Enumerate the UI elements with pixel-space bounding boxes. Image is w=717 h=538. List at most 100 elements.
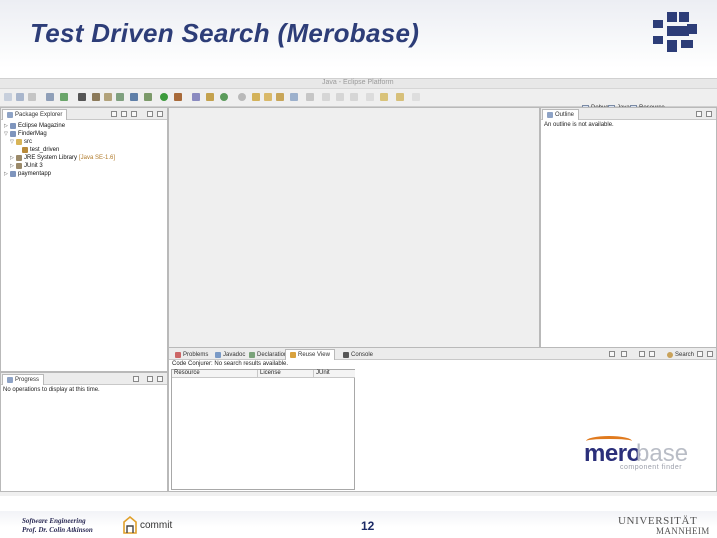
tree-item[interactable]: ▷ JRE System Library [Java SE-1.6] xyxy=(10,154,115,162)
problems-icon xyxy=(175,351,181,358)
minimize-icon[interactable] xyxy=(147,111,153,117)
tree-item[interactable]: ▷ JUnit 3 xyxy=(10,162,43,170)
play-icon[interactable] xyxy=(160,93,168,101)
tab-package-explorer[interactable]: Package Explorer xyxy=(2,109,68,120)
build-icon[interactable] xyxy=(46,93,54,101)
minimize-icon[interactable] xyxy=(696,111,702,117)
project-icon xyxy=(10,123,16,129)
expanded-arrow-icon[interactable]: ▽ xyxy=(10,139,14,145)
reuse-view-status: Code Conjurer: No search results availab… xyxy=(172,361,289,367)
package-explorer-icon xyxy=(7,112,13,118)
terminal-icon[interactable] xyxy=(78,93,86,101)
tool-icon[interactable] xyxy=(130,93,138,101)
view-menu-icon[interactable] xyxy=(131,111,137,117)
run-icon[interactable] xyxy=(60,93,68,101)
tree-item-label: FinderMag xyxy=(18,131,47,137)
console-icon xyxy=(343,351,349,358)
tab-console[interactable]: Console xyxy=(339,349,377,360)
library-icon xyxy=(16,163,22,169)
debug-run-icon[interactable] xyxy=(144,93,152,101)
maximize-icon[interactable] xyxy=(706,111,712,117)
new-icon[interactable] xyxy=(4,93,12,101)
declaration-icon xyxy=(249,351,255,358)
tool-icon[interactable] xyxy=(104,93,112,101)
tool-icon[interactable] xyxy=(639,351,645,357)
next-annotation-icon[interactable] xyxy=(306,93,314,101)
new-java-project-icon[interactable] xyxy=(192,93,200,101)
tool-icon[interactable] xyxy=(290,93,298,101)
tool-icon[interactable] xyxy=(366,93,374,101)
prev-annotation-icon[interactable] xyxy=(322,93,330,101)
project-icon xyxy=(10,131,16,137)
tab-reuse-view[interactable]: Reuse View xyxy=(285,349,335,360)
column-header-license[interactable]: License xyxy=(258,370,314,378)
tool-icon[interactable] xyxy=(649,351,655,357)
tool-icon[interactable] xyxy=(336,93,344,101)
outline-panel: Outline An outline is not available. xyxy=(540,107,717,372)
window-title: Java - Eclipse Platform xyxy=(322,79,394,86)
debug-icon[interactable] xyxy=(92,93,100,101)
tool-icon[interactable] xyxy=(621,351,627,357)
expanded-arrow-icon[interactable]: ▽ xyxy=(4,131,8,137)
collapsed-arrow-icon[interactable]: ▷ xyxy=(4,123,8,129)
tree-item-label: JUnit 3 xyxy=(24,163,43,169)
outline-icon xyxy=(547,112,553,118)
new-class-icon[interactable] xyxy=(220,93,228,101)
open-icon[interactable] xyxy=(276,93,284,101)
editor-area xyxy=(168,107,540,372)
new-package-icon[interactable] xyxy=(206,93,214,101)
tool-icon[interactable] xyxy=(412,93,420,101)
tab-outline[interactable]: Outline xyxy=(542,109,580,120)
back-icon[interactable] xyxy=(380,93,388,101)
collapsed-arrow-icon[interactable]: ▷ xyxy=(10,155,14,161)
tree-item[interactable]: test_driven xyxy=(16,146,59,154)
minimize-icon[interactable] xyxy=(147,376,153,382)
column-header-resource[interactable]: Resource xyxy=(172,370,258,378)
tree-item-label: src xyxy=(24,139,32,145)
maximize-icon[interactable] xyxy=(157,376,163,382)
progress-message: No operations to display at this time. xyxy=(3,387,100,393)
minimize-icon[interactable] xyxy=(697,351,703,357)
university-city: MANNHEIM xyxy=(656,526,710,536)
perspective-bar: Debug Java Resource xyxy=(560,89,717,112)
tab-javadoc[interactable]: Javadoc xyxy=(211,349,249,360)
commit-logo-text: commit xyxy=(140,520,173,531)
collapsed-arrow-icon[interactable]: ▷ xyxy=(4,171,8,177)
university-logo-icon xyxy=(653,12,697,52)
tree-item[interactable]: ▷ paymentapp xyxy=(4,170,51,178)
tree-item[interactable]: ▷ Eclipse Magazine xyxy=(4,122,65,130)
commit-logo-icon xyxy=(123,516,137,534)
package-explorer-panel: Package Explorer ▷ Eclipse Magazine ▽ Finde… xyxy=(0,107,168,372)
folder-icon xyxy=(16,139,22,145)
tab-progress[interactable]: Progress xyxy=(2,374,45,385)
tool-icon[interactable] xyxy=(609,351,615,357)
print-icon[interactable] xyxy=(28,93,36,101)
collapsed-arrow-icon[interactable]: ▷ xyxy=(10,163,14,169)
column-header-junit[interactable]: JUnit xyxy=(314,370,355,378)
open-icon[interactable] xyxy=(264,93,272,101)
link-editor-icon[interactable] xyxy=(121,111,127,117)
save-icon[interactable] xyxy=(16,93,24,101)
forward-icon[interactable] xyxy=(396,93,404,101)
external-tools-icon[interactable] xyxy=(174,93,182,101)
open-type-icon[interactable] xyxy=(252,93,260,101)
reuse-search-button[interactable]: Search xyxy=(663,349,698,360)
maximize-icon[interactable] xyxy=(707,351,713,357)
tool-icon[interactable] xyxy=(116,93,124,101)
tool-icon[interactable] xyxy=(350,93,358,101)
footer-course: Software Engineering xyxy=(22,517,86,525)
maximize-icon[interactable] xyxy=(157,111,163,117)
package-explorer-header: Package Explorer xyxy=(1,108,167,120)
reuse-results-table[interactable]: Resource License JUnit xyxy=(171,369,355,490)
eclipse-window: Java - Eclipse Platform D xyxy=(0,78,717,496)
slide-header: Test Driven Search (Merobase) xyxy=(0,0,717,68)
package-icon xyxy=(22,147,28,153)
tab-problems[interactable]: Problems xyxy=(171,349,212,360)
tree-item-label: JRE System Library xyxy=(24,155,78,161)
tree-item[interactable]: ▽ src xyxy=(10,138,32,146)
remove-all-icon[interactable] xyxy=(133,376,139,382)
tree-item[interactable]: ▽ FinderMag xyxy=(4,130,47,138)
collapse-all-icon[interactable] xyxy=(111,111,117,117)
outline-header: Outline xyxy=(541,108,716,120)
search-icon[interactable] xyxy=(238,93,246,101)
